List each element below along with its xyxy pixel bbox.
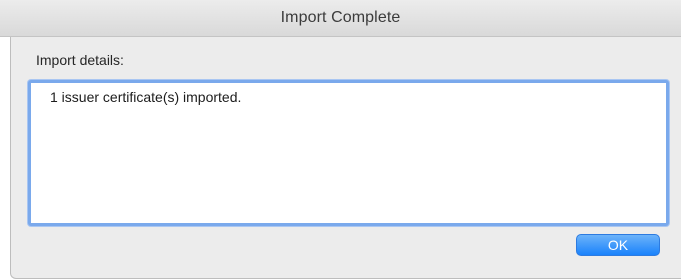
ok-button[interactable]: OK [576, 234, 660, 256]
window-title: Import Complete [280, 9, 401, 26]
title-bar[interactable]: Import Complete [0, 0, 681, 37]
import-details-text: 1 issuer certificate(s) imported. [50, 89, 242, 105]
dialog-body: Import details: 1 issuer certificate(s) … [10, 37, 681, 279]
import-complete-window: Import Complete Import details: 1 issuer… [0, 0, 681, 279]
import-details-label: Import details: [36, 52, 124, 68]
import-details-textarea[interactable]: 1 issuer certificate(s) imported. [28, 80, 669, 226]
ok-button-label: OK [607, 237, 629, 253]
